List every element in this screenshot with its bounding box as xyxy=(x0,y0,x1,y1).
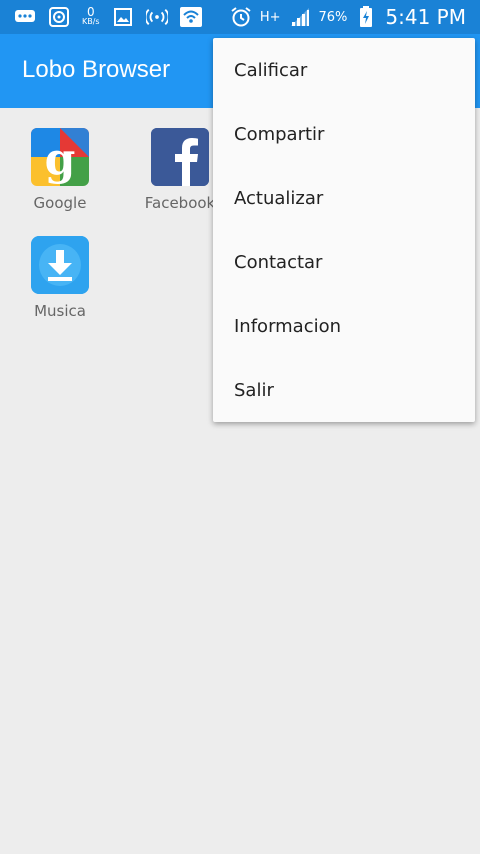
net-speed: 0 KB/s xyxy=(82,5,100,26)
menu-item-informacion[interactable]: Informacion xyxy=(213,294,475,358)
menu-item-contactar[interactable]: Contactar xyxy=(213,230,475,294)
menu-item-compartir[interactable]: Compartir xyxy=(213,102,475,166)
battery-percent: 76% xyxy=(318,9,348,25)
clock: 5:41 PM xyxy=(385,5,466,29)
menu-item-salir[interactable]: Salir xyxy=(213,358,475,422)
wifi-icon xyxy=(179,7,202,27)
shortcut-label: Musica xyxy=(34,302,86,320)
sync-icon xyxy=(48,7,70,27)
menu-item-actualizar[interactable]: Actualizar xyxy=(213,166,475,230)
shortcut-musica[interactable]: Musica xyxy=(10,236,110,320)
message-icon xyxy=(14,7,36,27)
signal-icon xyxy=(289,7,311,27)
shortcut-label: Google xyxy=(33,194,87,212)
image-icon xyxy=(112,7,134,27)
svg-text:g: g xyxy=(45,134,76,185)
network-type: H+ xyxy=(259,9,281,25)
hotspot-icon xyxy=(145,7,168,27)
menu-item-calificar[interactable]: Calificar xyxy=(213,38,475,102)
battery-charging-icon xyxy=(355,6,377,27)
status-bar: 0 KB/s H+ 76% 5:41 PM xyxy=(0,0,480,34)
alarm-icon xyxy=(230,7,252,27)
shortcut-google[interactable]: g Google xyxy=(10,128,110,212)
facebook-icon xyxy=(151,128,209,186)
download-icon xyxy=(31,236,89,294)
google-icon: g xyxy=(31,128,89,186)
app-title: Lobo Browser xyxy=(22,56,171,83)
overflow-menu: Calificar Compartir Actualizar Contactar… xyxy=(213,38,475,422)
